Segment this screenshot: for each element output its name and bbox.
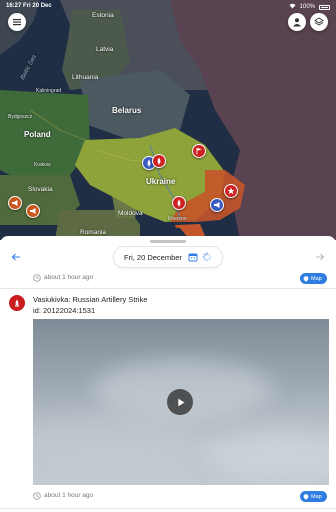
loading-spinner-icon [202, 252, 212, 262]
map-label-romania: Romania [80, 229, 107, 236]
map-pin-icon [303, 275, 309, 282]
status-time: 16:27 Fri 20 Dec [6, 3, 52, 9]
event-divider [0, 288, 336, 289]
status-right: 100% [289, 3, 330, 11]
map-label-moldova: Moldova [118, 210, 143, 217]
battery-percent: 100% [299, 4, 315, 10]
map-label-krakow: Krakow [34, 162, 51, 168]
play-button[interactable] [167, 389, 193, 415]
map-pin-flag[interactable] [192, 144, 206, 158]
clock-icon [33, 492, 41, 500]
megaphone-icon [12, 200, 18, 206]
map-pin-rocket[interactable] [172, 196, 186, 210]
layers-button[interactable] [310, 13, 328, 31]
map-label-latvia: Latvia [96, 46, 114, 53]
map-view[interactable]: 16:27 Fri 20 Dec 100% Estonia Baltic Sea [0, 0, 336, 240]
explosion-icon [227, 187, 235, 195]
event-title[interactable]: Vasiukivka: Russian Artillery Strike [33, 295, 147, 304]
map-pin-icon [303, 493, 309, 500]
clock-icon [33, 274, 41, 282]
event-type-badge [9, 295, 25, 311]
map-pin-megaphone-west-2[interactable] [26, 204, 40, 218]
calendar-icon[interactable] [188, 252, 198, 262]
date-navigator: Fri, 20 December [0, 246, 336, 268]
map-label-slovakia: Slovakia [28, 186, 53, 193]
map-background [0, 0, 336, 240]
next-day-button[interactable] [312, 249, 328, 265]
video-frame-cloud [203, 429, 329, 479]
map-pin-missile-red[interactable] [152, 154, 166, 168]
event-time-ago: about 1 hour ago [44, 492, 94, 499]
map-label-poland: Poland [24, 130, 51, 139]
rocket-icon [177, 199, 181, 207]
missile-icon [157, 157, 161, 165]
play-icon [177, 398, 184, 406]
map-pin-explosion[interactable] [224, 184, 238, 198]
event-id: id: 20122024:1531 [33, 306, 96, 315]
show-on-map-button[interactable]: Map [300, 273, 327, 284]
show-on-map-button[interactable]: Map [300, 491, 327, 502]
map-pin-megaphone[interactable] [210, 198, 224, 212]
menu-button[interactable] [8, 13, 26, 31]
battery-icon [319, 4, 330, 10]
event-video[interactable] [33, 319, 329, 485]
selected-date: Fri, 20 December [124, 252, 182, 262]
flag-icon [196, 148, 202, 155]
arrow-right-icon [316, 253, 325, 261]
map-button-label: Map [311, 275, 322, 282]
map-label-estonia: Estonia [92, 12, 114, 19]
events-sheet[interactable]: Fri, 20 December about 1 hour ago Map Va… [0, 236, 336, 512]
video-frame-cloud [33, 419, 213, 479]
map-button-label: Map [311, 493, 322, 500]
sheet-drag-handle[interactable] [150, 240, 186, 243]
event-meta-row: about 1 hour ago Map [0, 490, 336, 504]
megaphone-icon [30, 208, 36, 214]
layers-icon [314, 17, 324, 26]
hamburger-icon [13, 19, 21, 26]
megaphone-icon [214, 202, 220, 208]
previous-day-button[interactable] [8, 249, 24, 265]
map-label-lithuania: Lithuania [72, 74, 99, 81]
event-meta-row: about 1 hour ago Map [0, 272, 336, 286]
map-label-belarus: Belarus [112, 106, 142, 115]
map-label-kherson: Kherson [168, 216, 187, 222]
map-label-bydgoszcz: Bydgoszcz [8, 114, 33, 120]
event-time-ago: about 1 hour ago [44, 274, 94, 281]
account-button[interactable] [288, 13, 306, 31]
artillery-icon [15, 299, 19, 307]
event-divider [0, 508, 336, 509]
map-label-kaliningrad: Kaliningrad [36, 88, 62, 94]
arrow-left-icon [11, 253, 20, 261]
status-bar: 16:27 Fri 20 Dec 100% [0, 2, 336, 12]
user-icon [293, 18, 301, 27]
wifi-icon [289, 3, 296, 11]
map-pin-megaphone-west[interactable] [8, 196, 22, 210]
date-selector[interactable]: Fri, 20 December [114, 247, 222, 267]
map-label-ukraine: Ukraine [146, 177, 176, 186]
